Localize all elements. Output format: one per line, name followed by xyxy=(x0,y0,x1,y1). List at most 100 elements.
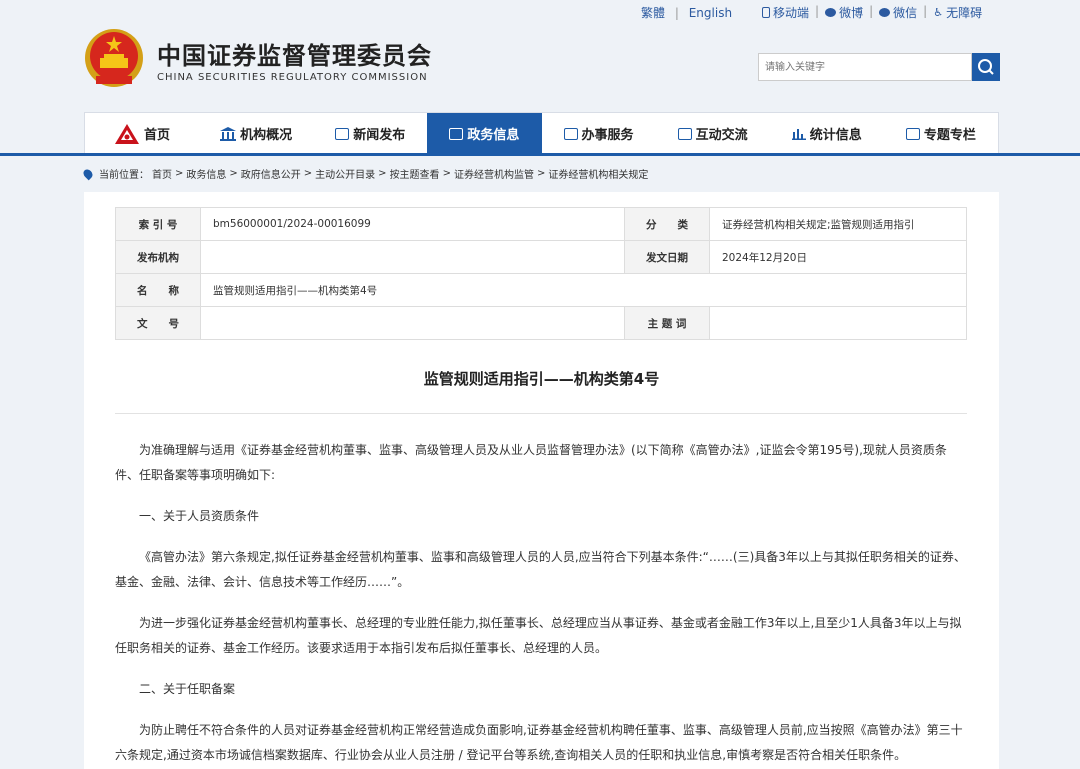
quick-links: 移动端 | 微博 | 微信 | ♿ 无障碍 xyxy=(762,4,982,21)
breadcrumb-separator: > xyxy=(378,168,387,179)
docno-value xyxy=(200,306,625,340)
main-nav-bar: 首页 机构概况 新闻发布 政务信息 办事服务 互动交流 统计信息 专题专栏 xyxy=(0,112,1080,156)
traditional-chinese-link[interactable]: 繁體 xyxy=(641,6,665,20)
name-value: 监管规则适用指引——机构类第4号 xyxy=(200,273,967,307)
breadcrumb: 当前位置： 首页 > 政务信息 > 政府信息公开 > 主动公开目录 > 按主题查… xyxy=(81,166,648,181)
weibo-label: 微博 xyxy=(839,6,864,20)
nav-item-government-info[interactable]: 政务信息 xyxy=(427,113,542,154)
monitor-icon xyxy=(449,127,464,140)
location-pin-icon xyxy=(81,167,95,180)
mobile-icon xyxy=(762,7,770,18)
breadcrumb-government-info[interactable]: 政务信息 xyxy=(186,166,226,181)
breadcrumb-catalog[interactable]: 主动公开目录 xyxy=(315,166,375,181)
index-value: bm56000001/2024-00016099 xyxy=(200,207,625,241)
search-icon xyxy=(978,59,994,75)
date-label: 发文日期 xyxy=(624,240,710,274)
category-value: 证券经营机构相关规定;监管规则适用指引 xyxy=(709,207,967,241)
site-header: 中国证券监督管理委员会 CHINA SECURITIES REGULATORY … xyxy=(0,22,1080,112)
mobile-link[interactable]: 移动端 xyxy=(762,4,809,21)
accessibility-icon: ♿ xyxy=(933,6,944,19)
nav-item-statistics[interactable]: 统计信息 xyxy=(770,113,884,154)
table-row: 索 引 号 bm56000001/2024-00016099 分 类 证券经营机… xyxy=(115,207,967,241)
docno-label: 文 号 xyxy=(115,306,201,340)
nav-item-home[interactable]: 首页 xyxy=(85,113,199,154)
chat-icon xyxy=(677,127,692,140)
paragraph: 为准确理解与适用《证券基金经营机构董事、监事、高级管理人员及从业人员监督管理办法… xyxy=(115,443,947,482)
nav-label: 统计信息 xyxy=(809,128,862,143)
national-emblem-icon xyxy=(85,29,143,87)
nav-label: 机构概况 xyxy=(240,128,293,143)
breadcrumb-separator: > xyxy=(229,168,238,179)
section-heading: 二、关于任职备案 xyxy=(139,682,236,696)
weibo-link[interactable]: 微博 xyxy=(825,4,863,21)
nav-label: 专题专栏 xyxy=(923,128,976,143)
site-title[interactable]: 中国证券监督管理委员会 xyxy=(157,36,432,71)
nav-item-interaction[interactable]: 互动交流 xyxy=(656,113,770,154)
main-nav: 首页 机构概况 新闻发布 政务信息 办事服务 互动交流 统计信息 专题专栏 xyxy=(84,112,999,154)
document-icon xyxy=(905,127,920,140)
breadcrumb-home[interactable]: 首页 xyxy=(152,166,172,181)
divider xyxy=(115,413,967,414)
table-row: 名 称 监管规则适用指引——机构类第4号 xyxy=(115,273,967,307)
issuer-label: 发布机构 xyxy=(115,240,201,274)
site-title-english: CHINA SECURITIES REGULATORY COMMISSION xyxy=(157,72,428,83)
paragraph: 为进一步强化证券基金经营机构董事长、总经理的专业胜任能力,拟任董事长、总经理应当… xyxy=(115,616,962,655)
separator: | xyxy=(869,4,874,18)
building-icon xyxy=(220,126,237,141)
csrc-logo-icon xyxy=(115,123,140,144)
breadcrumb-prefix: 当前位置： xyxy=(99,170,149,181)
keyword-value xyxy=(709,306,967,340)
breadcrumb-separator: > xyxy=(303,168,313,179)
breadcrumb-supervision[interactable]: 证券经营机构监管 xyxy=(454,166,534,181)
mobile-label: 移动端 xyxy=(773,6,810,20)
section-heading: 一、关于人员资质条件 xyxy=(139,509,260,523)
document-metadata-table: 索 引 号 bm56000001/2024-00016099 分 类 证券经营机… xyxy=(115,207,967,340)
nav-label: 互动交流 xyxy=(695,128,748,143)
list-icon xyxy=(563,127,578,140)
document-title: 监管规则适用指引——机构类第4号 xyxy=(423,370,660,388)
bar-chart-icon xyxy=(791,129,806,140)
top-utility-bar: 繁體 | English 移动端 | 微博 | 微信 | ♿ 无障碍 xyxy=(0,0,1080,22)
wechat-icon xyxy=(879,8,891,17)
nav-label: 办事服务 xyxy=(581,128,634,143)
lang-separator: | xyxy=(674,6,679,20)
nav-item-topics[interactable]: 专题专栏 xyxy=(884,113,998,154)
breadcrumb-current[interactable]: 证券经营机构相关规定 xyxy=(548,166,648,181)
accessibility-link[interactable]: ♿ 无障碍 xyxy=(933,4,982,21)
breadcrumb-disclosure[interactable]: 政府信息公开 xyxy=(241,166,301,181)
accessibility-label: 无障碍 xyxy=(946,6,983,20)
separator: | xyxy=(815,4,820,18)
table-row: 发布机构 发文日期 2024年12月20日 xyxy=(115,240,967,274)
index-label: 索 引 号 xyxy=(115,207,201,241)
document-panel: 索 引 号 bm56000001/2024-00016099 分 类 证券经营机… xyxy=(84,192,999,769)
category-label: 分 类 xyxy=(624,207,710,241)
nav-label: 首页 xyxy=(144,128,171,143)
breadcrumb-separator: > xyxy=(442,168,451,179)
nav-item-overview[interactable]: 机构概况 xyxy=(199,113,313,154)
name-label: 名 称 xyxy=(115,273,201,307)
paragraph: 《高管办法》第六条规定,拟任证券基金经营机构董事、监事和高级管理人员的人员,应当… xyxy=(115,550,966,589)
search-box xyxy=(758,53,1000,81)
nav-label: 政务信息 xyxy=(467,128,520,143)
search-button[interactable] xyxy=(972,53,1000,81)
weibo-icon xyxy=(825,8,837,17)
breadcrumb-separator: > xyxy=(536,168,546,179)
nav-label: 新闻发布 xyxy=(353,128,406,143)
table-row: 文 号 主 题 词 xyxy=(115,306,967,340)
news-icon xyxy=(335,127,350,140)
breadcrumb-separator: > xyxy=(175,168,184,179)
wechat-link[interactable]: 微信 xyxy=(879,4,917,21)
nav-item-news[interactable]: 新闻发布 xyxy=(313,113,427,154)
nav-item-services[interactable]: 办事服务 xyxy=(542,113,656,154)
separator: | xyxy=(923,4,928,18)
issuer-value xyxy=(200,240,625,274)
wechat-label: 微信 xyxy=(893,6,918,20)
english-link[interactable]: English xyxy=(689,6,732,20)
breadcrumb-by-topic[interactable]: 按主题查看 xyxy=(390,166,440,181)
date-value: 2024年12月20日 xyxy=(709,240,967,274)
keyword-label: 主 题 词 xyxy=(624,306,710,340)
paragraph: 为防止聘任不符合条件的人员对证券基金经营机构正常经营造成负面影响,证券基金经营机… xyxy=(115,723,963,762)
search-input[interactable] xyxy=(758,53,972,81)
language-switch: 繁體 | English xyxy=(641,4,738,21)
document-body: 为准确理解与适用《证券基金经营机构董事、监事、高级管理人员及从业人员监督管理办法… xyxy=(115,438,967,769)
